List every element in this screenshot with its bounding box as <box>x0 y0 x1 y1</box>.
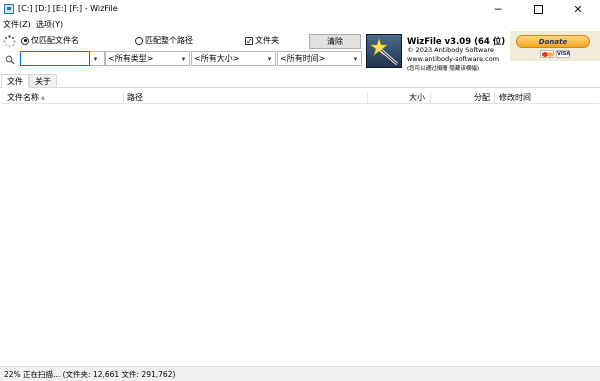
column-divider[interactable] <box>367 92 368 103</box>
status-text: 22% 正在扫描... (文件夹: 12,661 文件: 291,762) <box>4 370 176 379</box>
copyright-text: © 2023 Antibody Software <box>407 46 494 54</box>
maximize-button[interactable] <box>518 0 558 18</box>
clear-button[interactable]: 清除 <box>309 34 361 49</box>
folders-label: 文件夹 <box>255 36 279 45</box>
size-filter-select[interactable]: <所有大小> ▾ <box>191 51 276 66</box>
match-filename-radio[interactable]: 仅匹配文件名 <box>21 35 79 46</box>
file-list[interactable] <box>1 104 599 366</box>
magic-wand-icon <box>370 38 398 66</box>
column-divider[interactable] <box>123 92 124 103</box>
time-filter-select[interactable]: <所有时间> ▾ <box>277 51 362 66</box>
minimize-icon: ─ <box>494 2 502 16</box>
time-filter-value: <所有时间> <box>280 54 326 63</box>
wizfile-logo <box>366 34 402 68</box>
tab-strip-divider <box>0 87 600 88</box>
donate-button[interactable]: Donate <box>516 35 590 48</box>
chevron-down-icon: ▾ <box>181 54 186 63</box>
checkmark-icon: ✓ <box>245 36 253 46</box>
website-link[interactable]: www.antibody-software.com <box>407 55 499 63</box>
column-path[interactable]: 路径 <box>127 92 143 103</box>
mastercard-icon <box>540 50 554 58</box>
close-icon: ✕ <box>573 2 583 16</box>
column-size[interactable]: 大小 <box>409 92 425 103</box>
match-path-label: 匹配整个路径 <box>145 36 193 45</box>
match-filename-label: 仅匹配文件名 <box>31 36 79 45</box>
match-path-radio[interactable]: 匹配整个路径 <box>135 35 193 46</box>
chevron-down-icon: ▾ <box>93 54 98 63</box>
column-name[interactable]: 文件名称 ▲ <box>7 92 45 103</box>
column-alloc[interactable]: 分配 <box>474 92 490 103</box>
banner-note: (您可以通过捐赠 隐藏该横幅) <box>407 66 480 72</box>
column-divider[interactable] <box>430 92 431 103</box>
sort-ascending-icon: ▲ <box>41 94 45 101</box>
menu-bar <box>0 18 600 31</box>
maximize-icon <box>533 4 543 14</box>
close-button[interactable]: ✕ <box>558 0 598 18</box>
size-filter-value: <所有大小> <box>194 54 240 63</box>
window-title: [C:] [D:] [E:] [F:] - WizFile <box>18 4 118 13</box>
folders-checkbox[interactable]: ✓ 文件夹 <box>245 35 279 46</box>
menu-file[interactable]: 文件(Z) <box>3 19 31 30</box>
menu-options[interactable]: 选项(Y) <box>36 19 63 30</box>
tab-about[interactable]: 关于 <box>29 74 57 88</box>
column-modified[interactable]: 修改时间 <box>499 92 531 103</box>
radio-indicator <box>21 36 29 45</box>
search-input[interactable] <box>20 51 90 66</box>
tab-files[interactable]: 文件 <box>1 74 29 88</box>
column-name-label: 文件名称 <box>7 93 39 102</box>
visa-icon: VISA <box>556 50 571 58</box>
chevron-down-icon: ▾ <box>267 54 272 63</box>
wizfile-app-icon <box>4 4 14 14</box>
type-filter-select[interactable]: <所有类型> ▾ <box>105 51 190 66</box>
search-icon <box>5 55 15 65</box>
type-filter-value: <所有类型> <box>108 54 154 63</box>
minimize-button[interactable]: ─ <box>478 0 518 18</box>
chevron-down-icon: ▾ <box>353 54 358 63</box>
scanning-spinner-icon <box>3 35 16 48</box>
column-divider[interactable] <box>494 92 495 103</box>
search-history-dropdown[interactable]: ▾ <box>90 51 105 66</box>
radio-indicator <box>135 36 143 45</box>
